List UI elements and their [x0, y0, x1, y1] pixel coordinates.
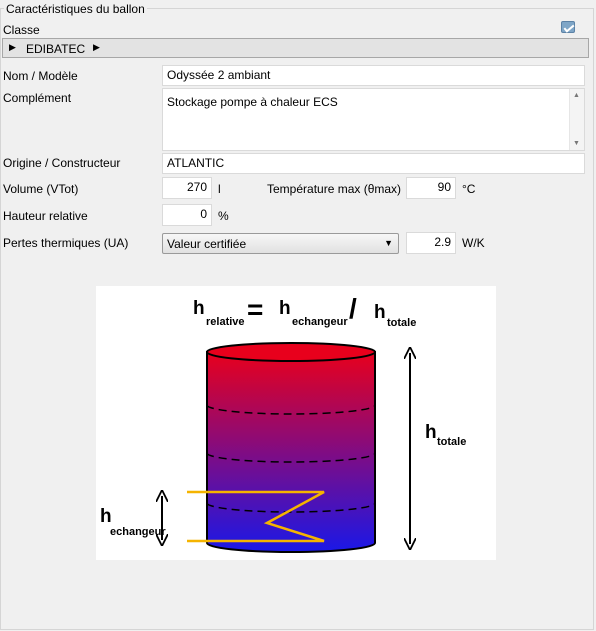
label-h-echangeur: h: [100, 506, 112, 527]
expand-left-icon[interactable]: ▶: [9, 42, 16, 53]
pertes-label: Pertes thermiques (UA): [3, 236, 129, 250]
hauteur-label: Hauteur relative: [3, 209, 88, 223]
pertes-type-select[interactable]: Valeur certifiée ▼: [162, 233, 399, 254]
formula-relative: relative: [206, 316, 245, 328]
hauteur-input[interactable]: 0: [162, 204, 212, 226]
complement-textarea[interactable]: Stockage pompe à chaleur ECS ▲ ▼: [162, 88, 585, 151]
tank: [206, 342, 376, 553]
nom-modele-label: Nom / Modèle: [3, 69, 78, 83]
scroll-up-icon[interactable]: ▲: [573, 92, 580, 99]
volume-unit: l: [218, 182, 221, 196]
complement-scrollbar[interactable]: ▲ ▼: [569, 89, 584, 150]
temperature-input[interactable]: 90: [406, 177, 456, 199]
label-echangeur: echangeur: [110, 526, 166, 538]
formula-equals: =: [247, 294, 263, 325]
nom-modele-input[interactable]: Odyssée 2 ambiant: [162, 65, 585, 86]
pertes-type-value: Valeur certifiée: [167, 237, 247, 251]
formula-h1: h: [193, 298, 205, 319]
formula-h2: h: [279, 298, 291, 319]
tank-top: [206, 342, 376, 362]
temperature-label: Température max (θmax): [267, 182, 402, 196]
pertes-input[interactable]: 2.9: [406, 232, 456, 254]
origine-label: Origine / Constructeur: [3, 156, 121, 170]
pertes-unit: W/K: [462, 236, 485, 250]
tank-body: [206, 351, 376, 553]
classe-value: EDIBATEC: [26, 42, 86, 56]
label-totale: totale: [437, 436, 466, 448]
formula-slash: /: [349, 293, 357, 324]
formula-totale: totale: [387, 317, 416, 329]
complement-label: Complément: [3, 91, 72, 105]
volume-label: Volume (VTot): [3, 182, 79, 196]
formula-echangeur: echangeur: [292, 316, 348, 328]
origine-input[interactable]: ATLANTIC: [162, 153, 585, 174]
tank-diagram: h relative = h echangeur / h totale h ec…: [96, 286, 496, 560]
tank-diagram-svg: h relative = h echangeur / h totale h ec…: [100, 293, 466, 553]
hauteur-unit: %: [218, 209, 229, 223]
section-title: Caractéristiques du ballon: [4, 2, 147, 16]
scroll-down-icon[interactable]: ▼: [573, 140, 580, 147]
complement-text: Stockage pompe à chaleur ECS: [167, 95, 338, 109]
classe-label: Classe: [3, 23, 40, 37]
chevron-down-icon[interactable]: ▼: [384, 238, 393, 248]
classe-selector[interactable]: ▶ EDIBATEC ▶: [2, 38, 589, 58]
label-h-totale: h: [425, 422, 437, 443]
expand-right-icon[interactable]: ▶: [93, 42, 100, 53]
formula-h3: h: [374, 302, 386, 323]
volume-input[interactable]: 270: [162, 177, 212, 199]
edit-classe-icon[interactable]: [561, 21, 575, 33]
temperature-unit: °C: [462, 182, 476, 196]
